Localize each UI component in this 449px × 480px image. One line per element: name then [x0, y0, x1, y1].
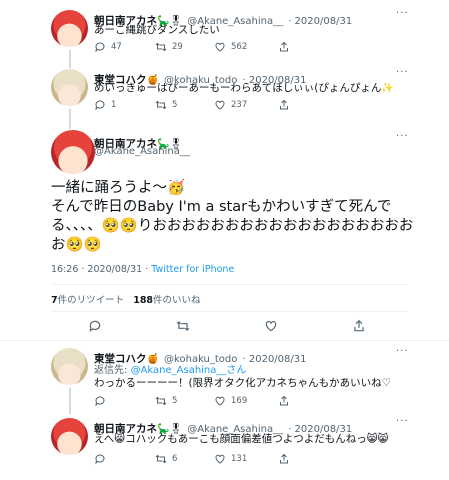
tweet4-retweet-count: 6: [172, 454, 178, 464]
tweet1-like-button[interactable]: 562: [214, 41, 247, 53]
avatar-akane[interactable]: [51, 418, 88, 455]
heart-icon: [265, 321, 277, 332]
thread-line: [69, 50, 71, 68]
main-stats-row: 7件のリツイート 188件のいいね: [51, 292, 201, 306]
tweet3-text: わっかるーーーー！(限界オタク化アカネちゃんもかあいいね♡: [94, 377, 392, 389]
thread-line: [69, 388, 71, 414]
tweet1-more-icon[interactable]: ···: [396, 8, 409, 19]
tweet2-retweet-button[interactable]: 5: [155, 99, 177, 111]
tweet1-text: あーこ縄跳びダンスしたい: [94, 24, 220, 36]
tweet2-more-icon[interactable]: ···: [396, 67, 409, 78]
tweet2-reply-count: 1: [111, 100, 117, 110]
thread-line: [69, 109, 71, 129]
main-share-button[interactable]: [352, 319, 366, 333]
share-icon: [280, 395, 288, 406]
heart-icon: [215, 396, 225, 406]
avatar-akane-main[interactable]: [51, 130, 95, 174]
avatar-kohaku[interactable]: [51, 348, 88, 385]
main-text-line2: そんで昨日のBaby I'm a starもかわいすぎて死んで: [51, 199, 392, 215]
tweet3-reply-button[interactable]: [94, 395, 111, 407]
tweet1-retweet-count: 29: [172, 42, 183, 52]
sparkles-icon: ✨: [381, 83, 394, 94]
avatar-akane[interactable]: [51, 10, 88, 47]
tweet2-reply-button[interactable]: 1: [94, 99, 116, 111]
tweet2-text-wrap: めいっきゅーはぴーあーもーわらあてほしぃぃ(ぴょんぴょん✨: [94, 81, 394, 96]
tweet3-date[interactable]: · 2020/08/31: [243, 354, 307, 365]
divider: [51, 284, 408, 285]
heart-icon: [215, 454, 225, 464]
divider: [0, 340, 449, 341]
main-retweet-button[interactable]: [176, 319, 190, 333]
like-count-label[interactable]: 件のいいね: [153, 295, 201, 306]
tweet4-like-count: 131: [231, 454, 248, 464]
main-source-link[interactable]: Twitter for iPhone: [151, 264, 234, 275]
tweet1-like-count: 562: [231, 42, 248, 52]
tweet2-like-button[interactable]: 237: [214, 99, 247, 111]
share-icon: [354, 319, 364, 332]
tweet2-retweet-count: 5: [172, 100, 178, 110]
retweet-count-label[interactable]: 件のリツイート: [58, 295, 125, 306]
retweet-icon: [155, 100, 167, 110]
retweet-icon: [155, 396, 167, 406]
reply-prefix: 返信先:: [94, 365, 131, 376]
tweet4-share-button[interactable]: [278, 453, 290, 465]
avatar-kohaku[interactable]: [51, 69, 88, 106]
share-icon: [280, 99, 288, 110]
reply-icon: [95, 100, 105, 111]
main-timestamp-row: 16:26 · 2020/08/31 · Twitter for iPhone: [51, 264, 234, 275]
tweet2-like-count: 237: [231, 100, 248, 110]
reply-icon: [95, 42, 105, 53]
tweet4-retweet-button[interactable]: 6: [155, 453, 177, 465]
tweet3-retweet-count: 5: [172, 396, 178, 406]
tweet1-reply-count: 47: [111, 42, 122, 52]
tweet1-share-button[interactable]: [278, 41, 290, 53]
tweet1-retweet-button[interactable]: 29: [155, 41, 183, 53]
tweet3-reply-context: 返信先: @Akane_Asahina__さん: [94, 361, 246, 376]
retweet-icon: [176, 321, 190, 331]
tweet3-retweet-button[interactable]: 5: [155, 395, 177, 407]
retweet-icon: [155, 454, 167, 464]
main-text-line1: 一緒に踊ろうよ〜🥳: [51, 180, 186, 196]
main-more-icon[interactable]: ···: [396, 131, 409, 142]
tweet4-reply-button[interactable]: [94, 453, 111, 465]
main-timestamp[interactable]: 16:26 · 2020/08/31 ·: [51, 264, 151, 275]
reply-icon: [89, 320, 101, 333]
share-icon: [280, 453, 288, 464]
tweet4-text: えへ😸コハックもあーこも顔面偏差値つよつよだもんねっ😸😸: [94, 433, 389, 445]
main-handle[interactable]: @Akane_Asahina__: [94, 146, 190, 157]
heart-icon: [215, 42, 225, 52]
retweet-count-value[interactable]: 7: [51, 295, 58, 306]
main-text-line3: る、、、、🥺🥺りおおおおおおおおおおおおおおおおおお: [51, 218, 414, 234]
like-count-value[interactable]: 188: [133, 295, 153, 306]
retweet-icon: [155, 42, 167, 52]
tweet2-text: めいっきゅーはぴーあーもーわらあてほしぃぃ(ぴょんぴょん: [94, 82, 382, 94]
tweet4-more-icon[interactable]: ···: [396, 416, 409, 427]
tweet2-share-button[interactable]: [278, 99, 290, 111]
tweet3-share-button[interactable]: [278, 395, 290, 407]
reply-to-link[interactable]: @Akane_Asahina__さん: [131, 365, 247, 376]
divider: [51, 311, 408, 312]
tweet1-date[interactable]: · 2020/08/31: [288, 16, 352, 27]
main-reply-button[interactable]: [88, 319, 102, 333]
tweet4-like-button[interactable]: 131: [214, 453, 247, 465]
main-text-line4: お🥺🥺: [51, 237, 102, 253]
main-like-button[interactable]: [264, 319, 278, 333]
reply-icon: [95, 454, 105, 465]
tweet3-like-button[interactable]: 169: [214, 395, 247, 407]
share-icon: [280, 41, 288, 52]
reply-icon: [95, 396, 105, 407]
tweet3-like-count: 169: [231, 396, 248, 406]
heart-icon: [215, 100, 225, 110]
tweet1-reply-button[interactable]: 47: [94, 41, 122, 53]
tweet3-more-icon[interactable]: ···: [396, 346, 409, 357]
